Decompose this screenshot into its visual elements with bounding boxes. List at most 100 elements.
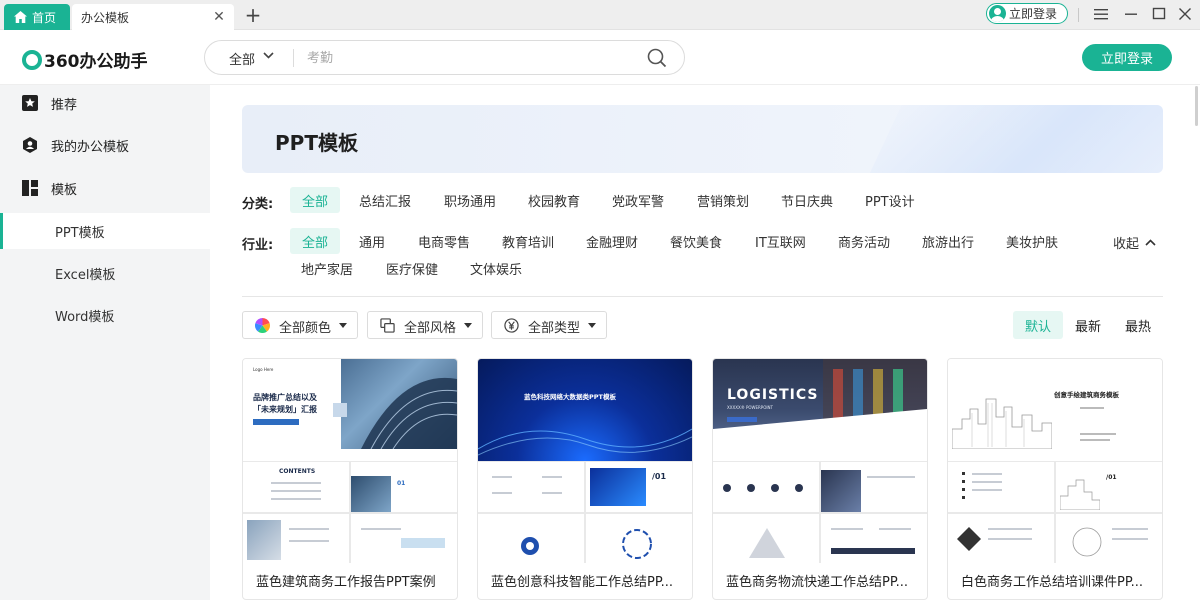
diamond-graphic: [957, 527, 981, 551]
thumb-slide-grid: CONTENTS 01: [243, 461, 457, 563]
template-title[interactable]: 白色商务工作总结培训课件PP...: [961, 571, 1157, 590]
industry-chip[interactable]: 电商零售: [418, 228, 470, 254]
industry-chip[interactable]: 美妆护肤: [1006, 228, 1058, 254]
add-tab-icon[interactable]: +: [244, 5, 262, 25]
style-filter-dropdown[interactable]: 全部风格: [367, 311, 483, 339]
filter-divider: [242, 296, 1163, 297]
sort-hottest[interactable]: 最热: [1116, 311, 1160, 339]
app-logo[interactable]: 360办公助手: [22, 47, 148, 72]
template-title[interactable]: 蓝色创意科技智能工作总结PP...: [491, 571, 687, 590]
color-wheel-icon: [255, 318, 270, 333]
category-chip[interactable]: 校园教育: [528, 187, 580, 213]
sidebar-subitem-ppt[interactable]: PPT模板: [0, 213, 210, 249]
template-thumbnail[interactable]: 蓝色科技网络大数据类PPT模板 /01: [478, 359, 692, 563]
sketch-buildings: [1060, 479, 1100, 510]
search-icon[interactable]: [647, 48, 667, 68]
sidebar-subitem-word[interactable]: Word模板: [0, 297, 210, 333]
template-thumbnail[interactable]: 创意手绘建筑商务模板 /01: [948, 359, 1162, 563]
thumb-headline: 蓝色科技网络大数据类PPT模板: [524, 393, 616, 401]
gear-graphic: [521, 537, 539, 555]
collapse-filters-button[interactable]: 收起: [1113, 233, 1156, 252]
close-window-icon[interactable]: [1174, 4, 1196, 24]
app-header: 360办公助手 全部 立即登录: [0, 30, 1200, 85]
industry-chip[interactable]: 文体娱乐: [470, 255, 522, 281]
close-tab-icon[interactable]: ✕: [212, 10, 226, 24]
template-card[interactable]: 创意手绘建筑商务模板 /01 白色商务工作总结培训课件PP...: [947, 358, 1163, 600]
titlebar-login-button[interactable]: 立即登录: [986, 3, 1068, 24]
tab-office-templates[interactable]: 办公模板 ✕: [72, 4, 234, 30]
industry-chip[interactable]: 医疗保健: [386, 255, 438, 281]
industry-chip[interactable]: 教育培训: [502, 228, 554, 254]
sidebar-subitem-excel[interactable]: Excel模板: [0, 255, 210, 291]
chevron-up-icon: [1145, 239, 1156, 246]
search-scope-dropdown[interactable]: 全部: [229, 49, 255, 68]
tab-home-label: 首页: [32, 10, 57, 25]
search-bar: 全部: [204, 40, 685, 75]
industry-chip[interactable]: 通用: [359, 228, 385, 254]
page-title: PPT模板: [275, 131, 358, 155]
category-chip[interactable]: 党政军警: [612, 187, 664, 213]
menu-icon[interactable]: [1090, 4, 1112, 24]
industry-chip[interactable]: 餐饮美食: [670, 228, 722, 254]
industry-chip[interactable]: 金融理财: [586, 228, 638, 254]
search-divider: [293, 49, 294, 67]
color-filter-dropdown[interactable]: 全部颜色: [242, 311, 358, 339]
scrollbar[interactable]: [1195, 86, 1198, 126]
page-banner: PPT模板: [242, 105, 1163, 173]
sketch-buildings: [952, 398, 1052, 449]
minimize-icon[interactable]: [1120, 4, 1142, 24]
thumb-section-number: /01: [652, 472, 667, 481]
industry-chip[interactable]: 商务活动: [838, 228, 890, 254]
thumb-logo-text: Logo Here: [253, 367, 274, 372]
thumb-headline-2: 「未来规划」汇报: [253, 405, 317, 414]
category-chip[interactable]: 职场通用: [444, 187, 496, 213]
template-card[interactable]: Logo Here 品牌推广总结以及 「未来规划」汇报 CONTENTS 01 …: [242, 358, 458, 600]
category-chip[interactable]: 营销策划: [697, 187, 749, 213]
sort-default[interactable]: 默认: [1013, 311, 1063, 339]
template-card[interactable]: LOGISTICS XXXXX® POWERPOINT 蓝色商务物流快递工作总结…: [712, 358, 928, 600]
tab-active-label: 办公模板: [81, 10, 130, 25]
triangle-graphic: [749, 528, 785, 558]
style-layers-icon: [380, 318, 395, 333]
industry-chip[interactable]: 地产家居: [301, 255, 353, 281]
caret-down-icon: [339, 323, 347, 328]
sidebar-item-templates[interactable]: 模板: [0, 170, 210, 206]
thumb-headline: 创意手绘建筑商务模板: [1054, 391, 1119, 399]
titlebar-login-label: 立即登录: [1009, 7, 1058, 21]
sidebar-subitem-label: PPT模板: [55, 225, 105, 241]
yen-coin-icon: [504, 318, 519, 333]
industry-chip[interactable]: 旅游出行: [922, 228, 974, 254]
template-thumbnail[interactable]: Logo Here 品牌推广总结以及 「未来规划」汇报 CONTENTS 01: [243, 359, 457, 563]
industry-chip[interactable]: IT互联网: [755, 228, 806, 254]
template-title[interactable]: 蓝色建筑商务工作报告PPT案例: [256, 571, 452, 590]
sketch-globe: [1072, 527, 1102, 557]
thumb-slide-grid: /01: [948, 461, 1162, 563]
wave-graphic: [478, 428, 692, 456]
category-chip[interactable]: 节日庆典: [781, 187, 833, 213]
sidebar-item-recommend[interactable]: 推荐: [0, 85, 210, 121]
category-label: 分类:: [242, 197, 274, 212]
category-chip-all[interactable]: 全部: [290, 187, 340, 213]
user-badge-icon: [23, 137, 37, 153]
chevron-down-icon[interactable]: [263, 52, 274, 59]
template-thumbnail[interactable]: LOGISTICS XXXXX® POWERPOINT: [713, 359, 927, 563]
caret-down-icon: [588, 323, 596, 328]
template-card[interactable]: 蓝色科技网络大数据类PPT模板 /01 蓝色创意科技智能工作总结PP...: [477, 358, 693, 600]
sidebar-item-label: 我的办公模板: [51, 139, 130, 155]
type-filter-dropdown[interactable]: 全部类型: [491, 311, 607, 339]
sidebar-item-label: 模板: [51, 182, 78, 198]
tab-home[interactable]: 首页: [4, 4, 70, 30]
search-input[interactable]: [307, 47, 627, 69]
avatar-icon: [989, 5, 1006, 22]
category-chip[interactable]: 总结汇报: [359, 187, 411, 213]
industry-chip-all[interactable]: 全部: [290, 228, 340, 254]
login-button[interactable]: 立即登录: [1082, 44, 1172, 71]
sort-newest[interactable]: 最新: [1066, 311, 1110, 339]
category-chip[interactable]: PPT设计: [865, 187, 915, 213]
thumb-contents-label: CONTENTS: [279, 468, 316, 475]
thumb-slide-grid: /01: [478, 461, 692, 563]
template-title[interactable]: 蓝色商务物流快递工作总结PP...: [726, 571, 922, 590]
logo-icon: [22, 49, 42, 70]
maximize-icon[interactable]: [1148, 4, 1170, 24]
sidebar-item-my-templates[interactable]: 我的办公模板: [0, 127, 210, 163]
